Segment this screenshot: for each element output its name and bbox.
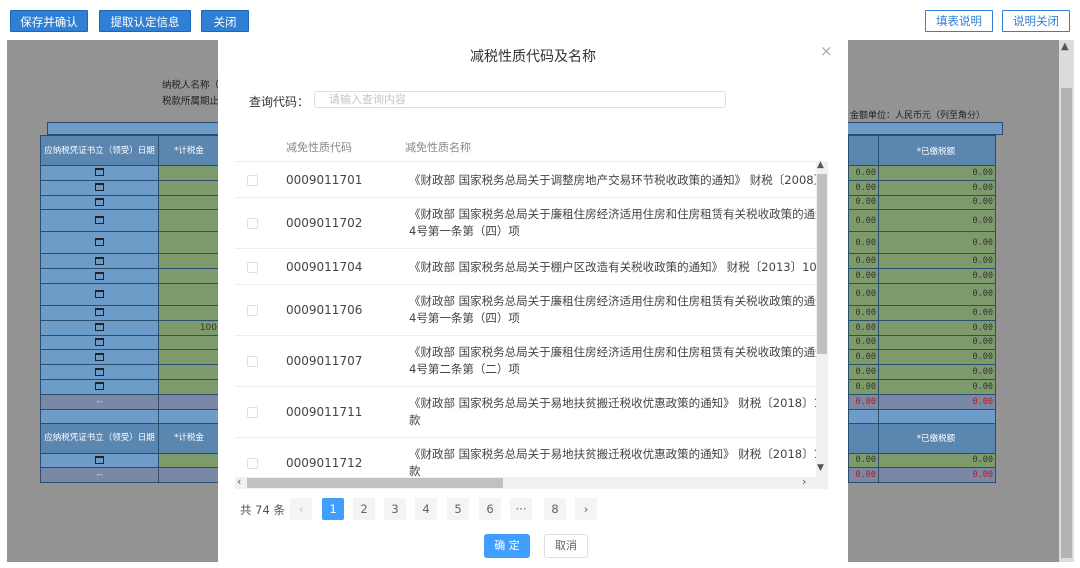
- row-code: 0009011707: [286, 354, 363, 368]
- scroll-left-icon[interactable]: ‹: [237, 475, 241, 488]
- calendar-icon[interactable]: [95, 337, 104, 346]
- row-name: 《财政部 国家税务总局关于易地扶贫搬迁税收优惠政策的通知》 财税〔2018〕13…: [409, 396, 818, 427]
- taxpayer-name-label: 纳税人名称（: [162, 80, 220, 91]
- dialog-title: 减税性质代码及名称: [470, 49, 596, 65]
- calendar-icon[interactable]: [95, 197, 104, 206]
- code-table-body: 0009011701 《财政部 国家税务总局关于调整房地产交易环节税收政策的通知…: [235, 162, 818, 478]
- query-code-input[interactable]: [314, 91, 726, 108]
- tax-period-label: 税款所属期止: [162, 96, 220, 107]
- row-code: 0009011701: [286, 173, 363, 187]
- col-taxbase-header-2: *计税金: [158, 422, 220, 454]
- calendar-icon[interactable]: [95, 271, 104, 280]
- row-name: 《财政部 国家税务总局关于棚户区改造有关税收政策的通知》 财税〔2013〕101…: [409, 260, 818, 274]
- scroll-up-icon[interactable]: ▲: [817, 160, 824, 170]
- table-row[interactable]: 0009011701 《财政部 国家税务总局关于调整房地产交易环节税收政策的通知…: [235, 162, 818, 198]
- row-checkbox[interactable]: [247, 407, 258, 418]
- col-date-header: 应纳税凭证书立（领受）日期: [40, 135, 159, 166]
- calendar-icon[interactable]: [95, 455, 104, 464]
- col-paid-header-2: *已缴税额: [878, 422, 996, 454]
- left-table-top: 应纳税凭证书立（领受）日期 *计税金 100 -- 应纳税凭证书立（领受）日期 *计…: [40, 135, 220, 484]
- calendar-icon[interactable]: [95, 308, 104, 317]
- row-checkbox[interactable]: [247, 262, 258, 273]
- fill-instructions-button[interactable]: 填表说明: [925, 10, 993, 32]
- row-checkbox[interactable]: [247, 458, 258, 469]
- col-name-header: 减免性质名称: [405, 141, 471, 154]
- calendar-icon[interactable]: [95, 289, 104, 298]
- query-code-label: 查询代码：: [249, 95, 310, 109]
- top-toolbar: 保存并确认 提取认定信息 关闭 填表说明 说明关闭: [0, 0, 1080, 38]
- dash-cell: --: [40, 393, 159, 410]
- horizontal-scrollbar-thumb[interactable]: [247, 478, 503, 488]
- table-horizontal-scrollbar[interactable]: ‹ ›: [235, 475, 828, 489]
- calendar-icon[interactable]: [95, 367, 104, 376]
- calendar-icon[interactable]: [95, 168, 104, 177]
- row-checkbox[interactable]: [247, 305, 258, 316]
- extract-info-button[interactable]: 提取认定信息: [99, 10, 191, 32]
- page-6[interactable]: 6: [479, 498, 501, 520]
- row-name: 《财政部 国家税务总局关于廉租住房经济适用住房和住房租赁有关税收政策的通知》 财…: [409, 294, 818, 325]
- row-code: 0009011702: [286, 216, 363, 230]
- table-row[interactable]: 0009011707 《财政部 国家税务总局关于廉租住房经济适用住房和住房租赁有…: [235, 336, 818, 387]
- page-scrollbar-thumb[interactable]: [1061, 88, 1072, 558]
- right-table: *已缴税额 0.00 0.00 0.00 0.00 0.00 0.00 0.00 0.0…: [848, 135, 996, 484]
- close-instructions-button[interactable]: 说明关闭: [1002, 10, 1070, 32]
- table-row[interactable]: 0009011711 《财政部 国家税务总局关于易地扶贫搬迁税收优惠政策的通知》…: [235, 387, 818, 438]
- col-date-header-2: 应纳税凭证书立（领受）日期: [40, 422, 159, 454]
- table-vertical-scrollbar[interactable]: ▲ ▼: [816, 160, 828, 478]
- scroll-down-icon[interactable]: ▼: [817, 463, 824, 473]
- page-8[interactable]: 8: [544, 498, 566, 520]
- next-page-button[interactable]: ›: [575, 498, 597, 520]
- row-name: 《财政部 国家税务总局关于易地扶贫搬迁税收优惠政策的通知》 财税〔2018〕13…: [409, 447, 818, 478]
- close-button[interactable]: 关闭: [201, 10, 249, 32]
- row-checkbox[interactable]: [247, 356, 258, 367]
- page-5[interactable]: 5: [447, 498, 469, 520]
- calendar-icon[interactable]: [95, 323, 104, 332]
- prev-page-button[interactable]: ‹: [290, 498, 312, 520]
- close-icon[interactable]: ×: [820, 42, 833, 60]
- row-checkbox[interactable]: [247, 218, 258, 229]
- row-code: 0009011712: [286, 456, 363, 470]
- scroll-right-icon[interactable]: ›: [802, 475, 806, 488]
- page-scrollbar[interactable]: ▲: [1059, 40, 1074, 562]
- row-name: 《财政部 国家税务总局关于廉租住房经济适用住房和住房租赁有关税收政策的通知》 财…: [409, 345, 818, 376]
- cancel-button[interactable]: 取消: [544, 534, 588, 558]
- table-row[interactable]: 0009011712 《财政部 国家税务总局关于易地扶贫搬迁税收优惠政策的通知》…: [235, 438, 818, 478]
- amount-unit-label: 金额单位：人民币元（列至角分）: [850, 111, 986, 121]
- calendar-icon[interactable]: [95, 352, 104, 361]
- page-3[interactable]: 3: [384, 498, 406, 520]
- dash-cell-2: --: [40, 467, 159, 484]
- calendar-icon[interactable]: [95, 183, 104, 192]
- scroll-up-arrow-icon[interactable]: ▲: [1061, 41, 1069, 52]
- table-row[interactable]: 0009011704 《财政部 国家税务总局关于棚户区改造有关税收政策的通知》 …: [235, 249, 818, 285]
- page-2[interactable]: 2: [353, 498, 375, 520]
- ok-button[interactable]: 确 定: [484, 534, 530, 558]
- row-name: 《财政部 国家税务总局关于廉租住房经济适用住房和住房租赁有关税收政策的通知》 财…: [409, 207, 818, 238]
- calendar-icon[interactable]: [95, 382, 104, 391]
- page-ellipsis[interactable]: ···: [510, 498, 532, 520]
- row-name: 《财政部 国家税务总局关于调整房地产交易环节税收政策的通知》 财税〔2008〕1…: [409, 173, 818, 187]
- calendar-icon[interactable]: [95, 256, 104, 265]
- calendar-icon[interactable]: [95, 238, 104, 247]
- row-code: 0009011704: [286, 260, 363, 274]
- table-row[interactable]: 0009011702 《财政部 国家税务总局关于廉租住房经济适用住房和住房租赁有…: [235, 198, 818, 249]
- row-code: 0009011711: [286, 405, 363, 419]
- col-code-header: 减免性质代码: [286, 141, 352, 154]
- row-checkbox[interactable]: [247, 175, 258, 186]
- col-taxbase-header: *计税金: [158, 135, 220, 166]
- save-confirm-button[interactable]: 保存并确认: [10, 10, 88, 32]
- calendar-icon[interactable]: [95, 216, 104, 225]
- table-row[interactable]: 0009011706 《财政部 国家税务总局关于廉租住房经济适用住房和住房租赁有…: [235, 285, 818, 336]
- total-count: 共 74 条: [240, 503, 285, 517]
- col-paid-header: *已缴税额: [878, 135, 996, 166]
- partial-value: 100: [158, 319, 220, 336]
- vertical-scrollbar-thumb[interactable]: [817, 174, 827, 354]
- reduction-code-dialog: 减税性质代码及名称 × 查询代码： 减免性质代码 减免性质名称 00090117…: [218, 40, 848, 564]
- page-1[interactable]: 1: [322, 498, 344, 520]
- row-code: 0009011706: [286, 303, 363, 317]
- table-header: 减免性质代码 减免性质名称: [235, 134, 828, 162]
- page-4[interactable]: 4: [415, 498, 437, 520]
